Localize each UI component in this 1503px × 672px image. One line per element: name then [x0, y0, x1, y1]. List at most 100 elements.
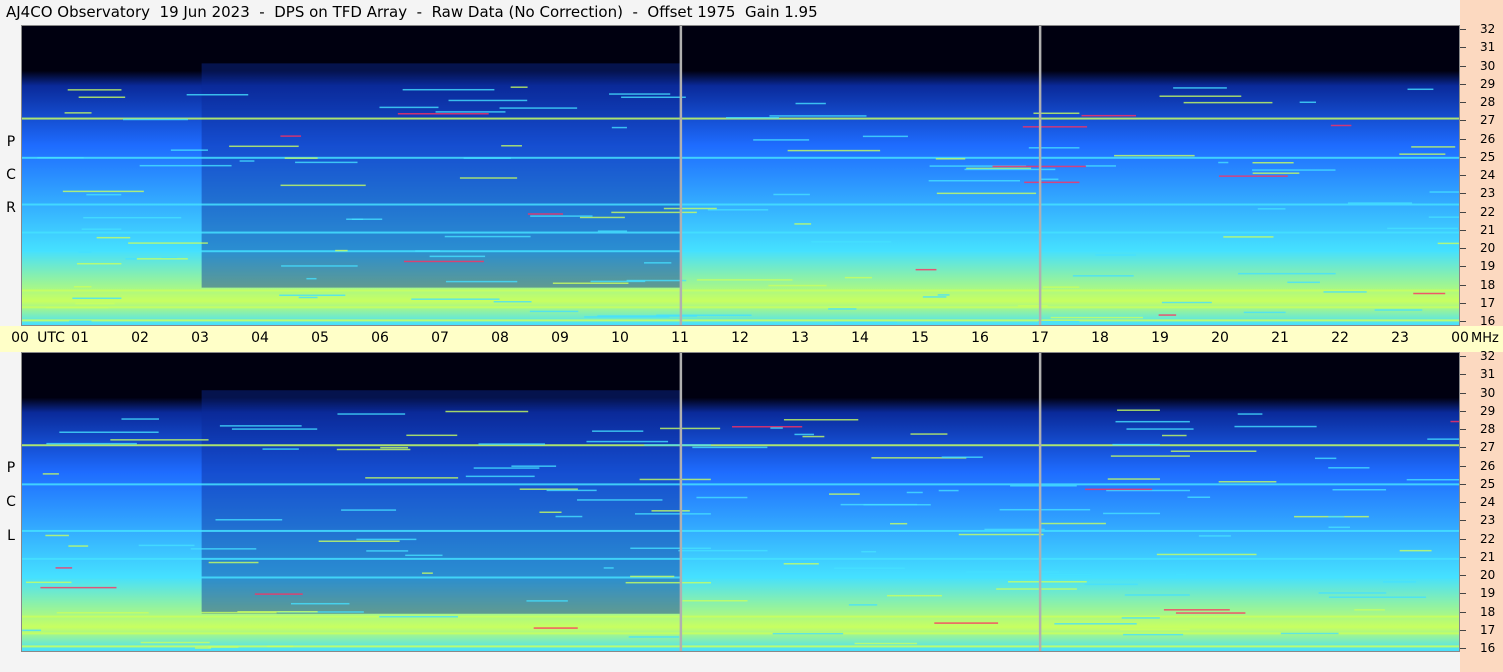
- signal-fragment: [379, 106, 439, 109]
- signal-fragment: [1323, 291, 1367, 293]
- signal-fragment: [848, 604, 878, 606]
- signal-fragment: [678, 549, 768, 552]
- signal-fragment: [1374, 309, 1423, 311]
- signal-fragment: [239, 160, 255, 162]
- time-tick-label: 02: [131, 330, 149, 346]
- freq-tick-label: 28: [1480, 422, 1496, 436]
- signal-fragment: [577, 499, 663, 501]
- spectrogram-lcp: [21, 352, 1460, 652]
- signal-band: [22, 632, 1459, 635]
- signal-fragment: [1028, 147, 1080, 149]
- freq-tick: [1460, 29, 1466, 30]
- signal-fragment: [73, 286, 92, 288]
- signal-fragment: [660, 427, 721, 430]
- signal-fragment: [405, 554, 443, 557]
- panel-label-lcp-c: C: [6, 494, 16, 510]
- signal-fragment: [794, 223, 812, 225]
- signal-fragment: [1048, 573, 1092, 576]
- freq-tick: [1460, 175, 1466, 176]
- signal-band: [22, 250, 1459, 253]
- signal-fragment: [365, 477, 459, 479]
- signal-fragment: [552, 282, 629, 285]
- freq-tick: [1460, 410, 1466, 412]
- signal-fragment: [67, 89, 122, 91]
- signal-fragment: [1156, 553, 1257, 556]
- signal-fragment: [603, 567, 614, 569]
- signal-fragment: [1330, 124, 1352, 127]
- time-tick-label: 13: [791, 330, 809, 346]
- signal-fragment: [1010, 485, 1077, 487]
- signal-fragment: [501, 145, 522, 147]
- signal-fragment: [379, 615, 458, 618]
- freq-tick: [1460, 120, 1466, 122]
- signal-fragment: [1042, 286, 1080, 288]
- signal-fragment: [45, 306, 109, 309]
- signal-fragment: [696, 496, 748, 499]
- signal-fragment: [336, 448, 411, 451]
- signal-fragment: [773, 193, 810, 196]
- time-tick-label: 08: [491, 330, 509, 346]
- freq-tick: [1460, 229, 1466, 231]
- signal-fragment: [579, 216, 625, 219]
- freq-tick: [1460, 538, 1466, 540]
- freq-tick-label: 27: [1480, 113, 1496, 128]
- signal-fragment: [1252, 161, 1294, 164]
- recording-gap-line: [679, 353, 683, 651]
- signal-fragment: [1121, 617, 1160, 619]
- signal-fragment: [1072, 275, 1134, 277]
- signal-fragment: [1183, 101, 1273, 104]
- signal-fragment: [1110, 455, 1190, 457]
- freq-tick-label: 21: [1480, 222, 1496, 237]
- signal-fragment: [284, 157, 318, 159]
- time-tick-label: 20: [1211, 330, 1229, 346]
- freq-tick: [1460, 193, 1466, 195]
- freq-tick-label: 22: [1480, 204, 1496, 219]
- signal-fragment: [356, 538, 417, 541]
- time-tick-label: 04: [251, 330, 269, 346]
- freq-tick: [1460, 102, 1466, 103]
- freq-tick: [1460, 520, 1466, 522]
- signal-fragment: [682, 600, 748, 602]
- signal-fragment: [630, 575, 675, 578]
- signal-fragment: [526, 600, 568, 602]
- signal-fragment: [1429, 191, 1459, 193]
- freq-tick: [1460, 374, 1466, 376]
- signal-fragment: [938, 489, 959, 492]
- signal-fragment: [1428, 216, 1459, 218]
- signal-fragment: [611, 126, 627, 129]
- signal-fragment: [121, 418, 159, 420]
- signal-fragment: [55, 567, 73, 569]
- signal-fragment: [1382, 581, 1417, 583]
- signal-fragment: [40, 586, 117, 589]
- time-tick-label: 15: [911, 330, 929, 346]
- signal-fragment: [1299, 101, 1317, 104]
- signal-fragment: [1081, 114, 1136, 117]
- signal-fragment: [862, 135, 908, 138]
- signal-fragment: [170, 149, 208, 151]
- signal-fragment: [1095, 254, 1136, 256]
- freq-tick: [1460, 65, 1466, 67]
- freq-tick: [1460, 483, 1466, 485]
- freq-tick-label: 16: [1480, 314, 1496, 328]
- signal-fragment: [69, 320, 92, 323]
- freq-tick: [1460, 302, 1466, 304]
- time-tick-label: 22: [1331, 330, 1349, 346]
- time-tick-label: 17: [1031, 330, 1049, 346]
- signal-fragment: [511, 465, 557, 467]
- freq-tick: [1460, 429, 1466, 430]
- signal-fragment: [411, 298, 500, 300]
- signal-fragment: [725, 117, 779, 119]
- freq-tick: [1460, 465, 1466, 467]
- signal-fragment: [802, 435, 825, 438]
- freq-tick: [1460, 156, 1466, 158]
- signal-fragment: [281, 265, 358, 267]
- signal-fragment: [1085, 165, 1116, 167]
- freq-tick-label: 29: [1480, 403, 1496, 418]
- freq-tick: [1460, 356, 1466, 357]
- signal-fragment: [834, 321, 897, 324]
- signal-fragment: [1287, 281, 1320, 284]
- signal-fragment: [463, 157, 511, 159]
- signal-fragment: [1115, 420, 1190, 423]
- signal-fragment: [1024, 181, 1080, 184]
- signal-fragment: [941, 456, 983, 458]
